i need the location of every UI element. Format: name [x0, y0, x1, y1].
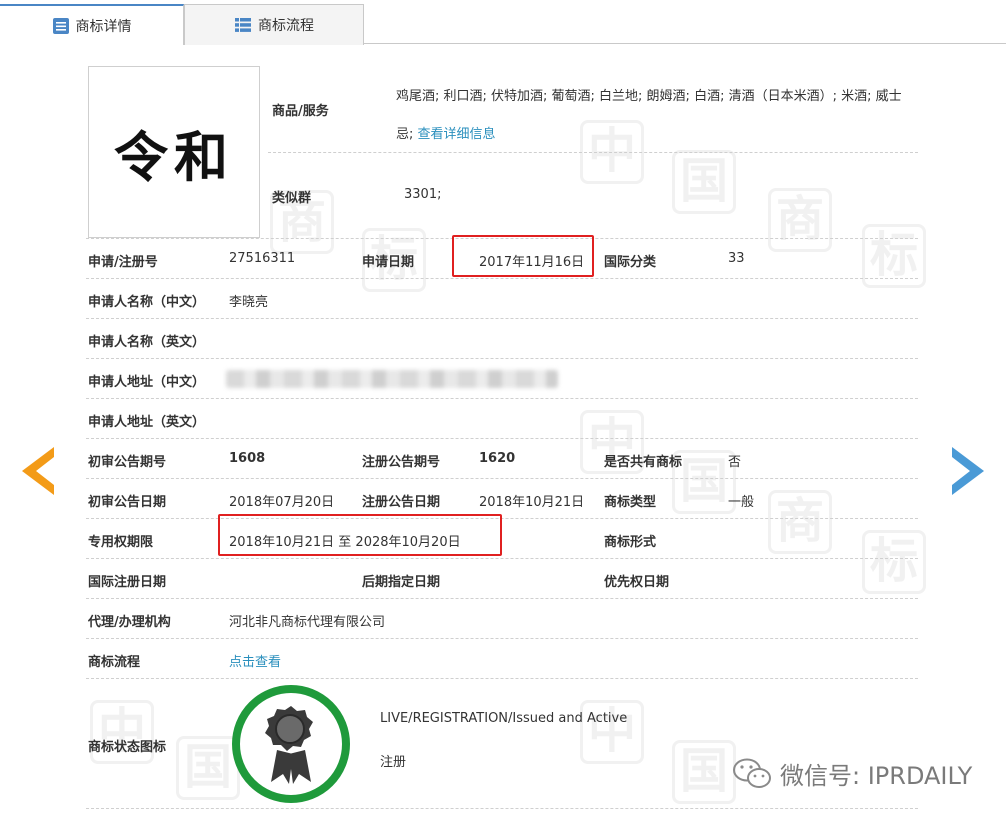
goods-services-label: 商品/服务	[272, 104, 329, 119]
grid-list-icon	[234, 16, 252, 34]
watermark: 中	[580, 700, 644, 764]
watermark: 标	[862, 530, 926, 594]
mark-form-label: 商标形式	[604, 535, 657, 550]
tab-trademark-details[interactable]: 商标详情	[0, 4, 184, 45]
trademark-logo-text: 令和	[114, 124, 234, 189]
status-label: 商标状态图标	[88, 740, 167, 755]
highlight-box	[452, 235, 594, 277]
process-view-link[interactable]: 点击查看	[229, 651, 281, 670]
goods-services-value: 鸡尾酒; 利口酒; 伏特加酒; 葡萄酒; 白兰地; 朗姆酒; 白酒; 清酒（日本…	[396, 78, 916, 154]
agent-value: 河北非凡商标代理有限公司	[229, 615, 386, 630]
later-desig-label: 后期指定日期	[362, 575, 441, 590]
prelim-issue-value: 1608	[229, 451, 266, 466]
next-arrow-inner	[952, 457, 970, 485]
applicant-cn-label: 申请人名称（中文）	[88, 295, 206, 310]
status-en-value: LIVE/REGISTRATION/Issued and Active	[380, 711, 628, 726]
intl-class-value: 33	[728, 251, 745, 266]
view-details-link[interactable]: 查看详细信息	[418, 127, 496, 142]
row-divider	[86, 678, 918, 679]
row-divider	[86, 358, 918, 359]
row-divider	[86, 278, 918, 279]
watermark: 国	[672, 740, 736, 804]
wechat-icon	[732, 757, 772, 791]
blurred-address	[226, 370, 558, 388]
reg-date-value: 2018年10月21日	[479, 495, 585, 510]
mark-type-value: 一般	[728, 495, 755, 510]
row-divider	[86, 638, 918, 639]
registration-ribbon-icon	[231, 684, 351, 804]
trademark-image: 令和	[88, 66, 260, 238]
row-divider	[86, 518, 918, 519]
reg-issue-label: 注册公告期号	[362, 455, 441, 470]
row-divider	[86, 438, 918, 439]
watermark: 商	[768, 188, 832, 252]
reg-no-value: 27516311	[229, 251, 296, 266]
row-divider	[268, 152, 918, 153]
row-divider	[86, 318, 918, 319]
prelim-issue-label: 初审公告期号	[88, 455, 167, 470]
mark-type-label: 商标类型	[604, 495, 657, 510]
status-cn-value: 注册	[380, 755, 407, 770]
tab-label: 商标详情	[75, 18, 132, 35]
reg-date-label: 注册公告日期	[362, 495, 441, 510]
intl-class-label: 国际分类	[604, 255, 657, 270]
reg-issue-value: 1620	[479, 451, 516, 466]
exclusive-label: 专用权期限	[88, 535, 154, 550]
row-divider	[86, 808, 918, 809]
reg-no-label: 申请/注册号	[88, 255, 158, 270]
applicant-en-label: 申请人名称（英文）	[88, 335, 206, 350]
watermark: 国	[672, 150, 736, 214]
tab-label: 商标流程	[258, 18, 314, 34]
agent-label: 代理/办理机构	[88, 615, 171, 630]
prelim-date-label: 初审公告日期	[88, 495, 167, 510]
row-divider	[86, 398, 918, 399]
row-divider	[86, 558, 918, 559]
previous-arrow-inner	[36, 457, 54, 485]
row-divider	[86, 478, 918, 479]
document-list-icon	[52, 17, 70, 35]
similar-group-value: 3301;	[404, 187, 442, 202]
prelim-date-value: 2018年07月20日	[229, 495, 335, 510]
wechat-id-text: 微信号: IPRDAILY	[780, 762, 973, 790]
row-divider	[86, 598, 918, 599]
shared-value: 否	[728, 455, 742, 470]
applicant-cn-value: 李晓亮	[229, 295, 269, 310]
tab-trademark-process[interactable]: 商标流程	[184, 4, 364, 45]
priority-date-label: 优先权日期	[604, 575, 670, 590]
shared-label: 是否共有商标	[604, 455, 683, 470]
address-cn-label: 申请人地址（中文）	[88, 375, 206, 390]
process-label: 商标流程	[88, 655, 141, 670]
address-en-label: 申请人地址（英文）	[88, 415, 206, 430]
tab-bar: 商标详情 商标流程	[0, 0, 1006, 45]
wechat-watermark: 微信号: IPRDAILY	[732, 756, 972, 791]
highlight-box	[218, 514, 502, 556]
similar-group-label: 类似群	[272, 191, 312, 206]
intl-reg-date-label: 国际注册日期	[88, 575, 167, 590]
watermark: 商	[768, 490, 832, 554]
app-date-label: 申请日期	[362, 255, 415, 270]
